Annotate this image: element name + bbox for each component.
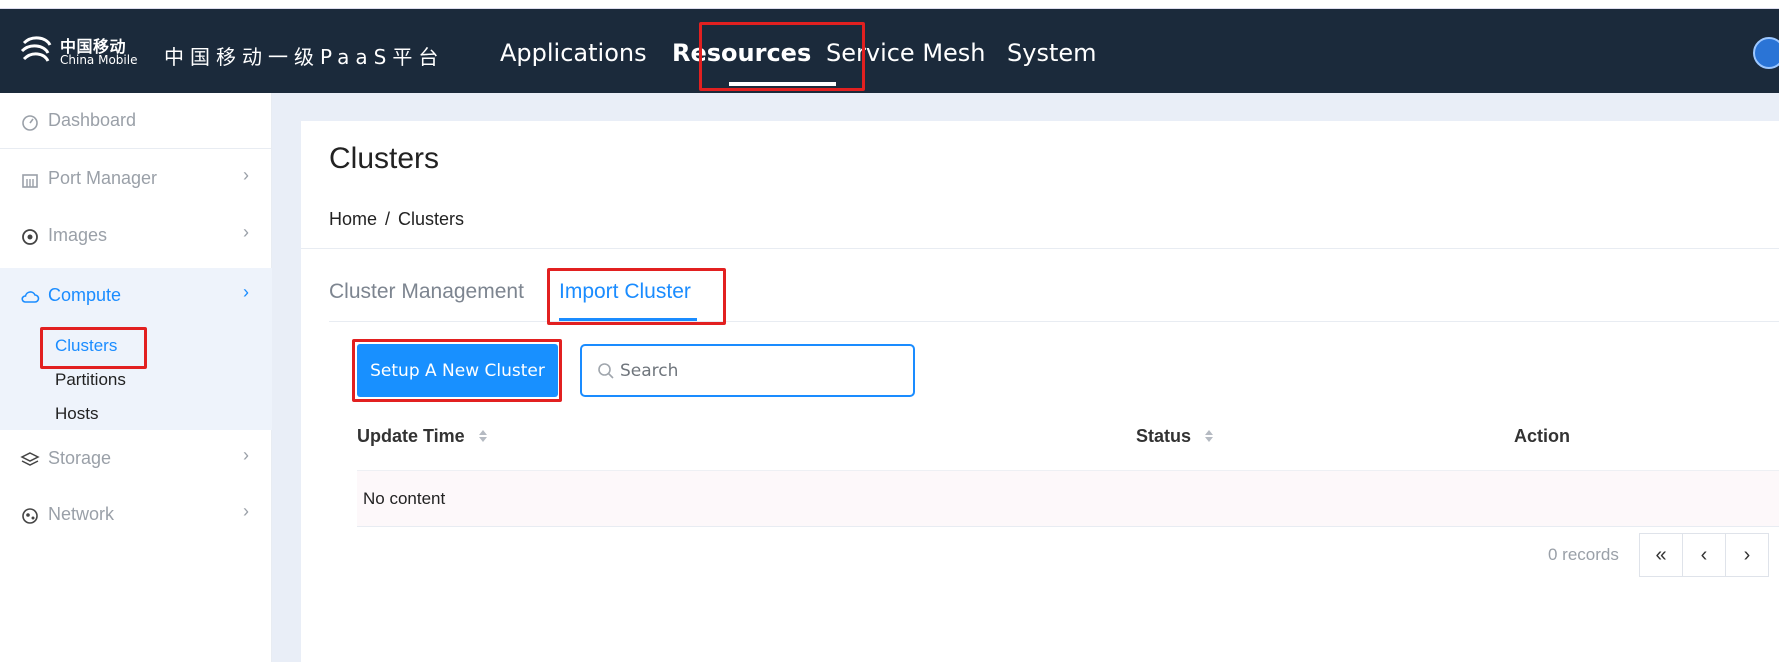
- chevron-right-icon: ›: [243, 501, 249, 521]
- table-empty-row: No content: [357, 471, 1779, 527]
- empty-state-text: No content: [363, 489, 446, 508]
- chevron-right-icon: ›: [243, 445, 249, 465]
- column-header-label: Status: [1136, 426, 1192, 446]
- layers-icon: [20, 452, 40, 466]
- tab-cluster-management[interactable]: Cluster Management: [329, 280, 524, 304]
- compute-group: Compute › Clusters Partitions Hosts: [0, 268, 272, 430]
- page-title: Clusters: [329, 142, 440, 175]
- sidebar-item-images[interactable]: Images ›: [0, 208, 272, 264]
- pagination: « ‹ ›: [1639, 533, 1769, 577]
- china-mobile-logo[interactable]: 中国移动 China Mobile: [18, 33, 138, 73]
- sidebar-subitem-clusters[interactable]: Clusters: [55, 336, 117, 356]
- sidebar-item-label: Compute: [48, 285, 122, 305]
- chevron-right-icon: ›: [243, 165, 249, 185]
- sort-icon: [1205, 430, 1214, 442]
- column-header-update-time[interactable]: Update Time: [357, 426, 488, 447]
- records-count: 0 records: [1548, 545, 1619, 564]
- first-page-button[interactable]: «: [1639, 533, 1683, 577]
- prev-page-button[interactable]: ‹: [1682, 533, 1726, 577]
- tabs-divider: [329, 321, 1779, 322]
- top-header: 中国移动 China Mobile 中国移动一级PaaS平台 Applicati…: [0, 9, 1779, 93]
- logo-english-text: China Mobile: [60, 53, 138, 67]
- nav-applications[interactable]: Applications: [500, 39, 647, 67]
- china-mobile-logo-icon: [20, 36, 52, 62]
- chevron-right-icon: ›: [243, 222, 249, 242]
- nav-service-mesh[interactable]: Service Mesh: [826, 39, 986, 67]
- sidebar-item-label: Port Manager: [48, 168, 158, 188]
- sidebar-item-port-manager[interactable]: Port Manager ›: [0, 151, 272, 207]
- nav-active-underline: [729, 82, 836, 86]
- sidebar-divider: [0, 148, 272, 149]
- sidebar-item-network[interactable]: Network ›: [0, 487, 272, 543]
- sidebar-item-label: Storage: [48, 448, 112, 468]
- cloud-icon: [21, 291, 40, 303]
- sidebar: Dashboard Port Manager › Images › Comput…: [0, 93, 272, 662]
- column-header-action: Action: [1514, 426, 1570, 446]
- search-box: [580, 344, 915, 397]
- search-input[interactable]: [620, 358, 900, 384]
- target-icon: [22, 229, 38, 245]
- setup-new-cluster-button[interactable]: Setup A New Cluster: [357, 344, 558, 397]
- top-strip: [0, 0, 1779, 9]
- sidebar-item-storage[interactable]: Storage ›: [0, 431, 272, 487]
- sort-icon: [478, 430, 487, 442]
- breadcrumb-current: Clusters: [398, 209, 465, 229]
- network-icon: [22, 508, 38, 524]
- tab-import-cluster[interactable]: Import Cluster: [559, 280, 691, 304]
- breadcrumb-home[interactable]: Home: [329, 209, 377, 229]
- building-icon: [22, 174, 38, 188]
- chevron-right-icon: ›: [243, 282, 249, 302]
- sidebar-item-label: Dashboard: [48, 110, 137, 130]
- breadcrumb-separator: /: [385, 209, 391, 229]
- sidebar-subitem-hosts[interactable]: Hosts: [55, 404, 98, 424]
- column-header-label: Update Time: [357, 426, 465, 446]
- sidebar-item-compute[interactable]: Compute ›: [0, 268, 272, 324]
- user-avatar[interactable]: [1753, 37, 1779, 69]
- sidebar-item-label: Images: [48, 225, 108, 245]
- dashboard-icon: [22, 115, 38, 131]
- nav-system[interactable]: System: [1007, 39, 1097, 67]
- next-page-button[interactable]: ›: [1725, 533, 1769, 577]
- nav-resources[interactable]: Resources: [672, 39, 811, 67]
- sidebar-subitem-partitions[interactable]: Partitions: [55, 370, 126, 390]
- search-icon: [598, 363, 614, 379]
- sidebar-item-label: Network: [48, 504, 115, 524]
- platform-title: 中国移动一级PaaS平台: [164, 45, 445, 69]
- breadcrumb: Home / Clusters: [329, 209, 472, 230]
- header-divider: [301, 248, 1779, 249]
- sidebar-item-dashboard[interactable]: Dashboard: [0, 93, 272, 149]
- column-header-status[interactable]: Status: [1136, 426, 1214, 447]
